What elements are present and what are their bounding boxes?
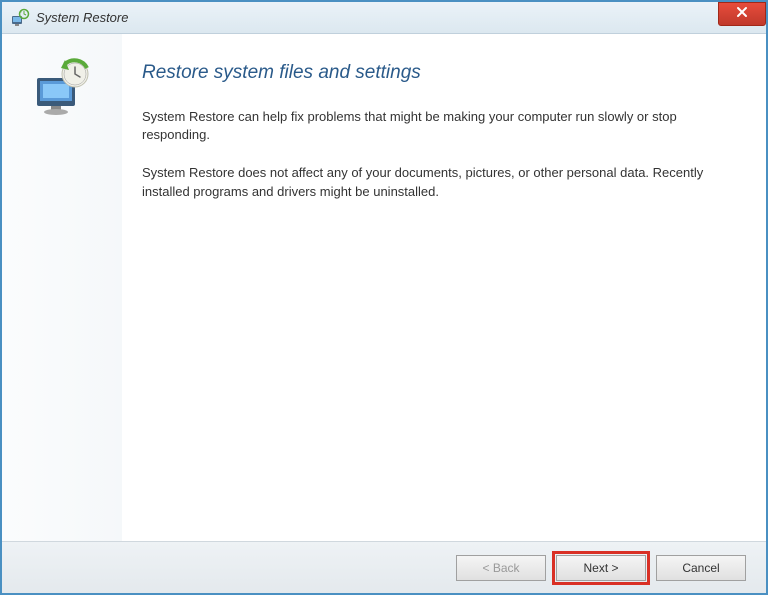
back-button[interactable]: < Back	[456, 555, 546, 581]
wizard-monitor-restore-icon	[27, 58, 97, 118]
close-button[interactable]	[718, 2, 766, 26]
page-heading: Restore system files and settings	[142, 62, 726, 84]
sidebar	[2, 34, 122, 541]
cancel-button[interactable]: Cancel	[656, 555, 746, 581]
titlebar: System Restore	[2, 2, 766, 34]
intro-paragraph-2: System Restore does not affect any of yo…	[142, 164, 726, 200]
window-title: System Restore	[36, 10, 128, 25]
button-bar: < Back Next > Cancel	[2, 541, 766, 593]
next-button[interactable]: Next >	[556, 555, 646, 581]
main-content: Restore system files and settings System…	[122, 34, 766, 541]
intro-paragraph-1: System Restore can help fix problems tha…	[142, 108, 726, 144]
close-icon	[736, 5, 748, 23]
system-restore-window: System Restore	[0, 0, 768, 595]
content-area: Restore system files and settings System…	[2, 34, 766, 541]
system-restore-icon	[10, 8, 30, 28]
